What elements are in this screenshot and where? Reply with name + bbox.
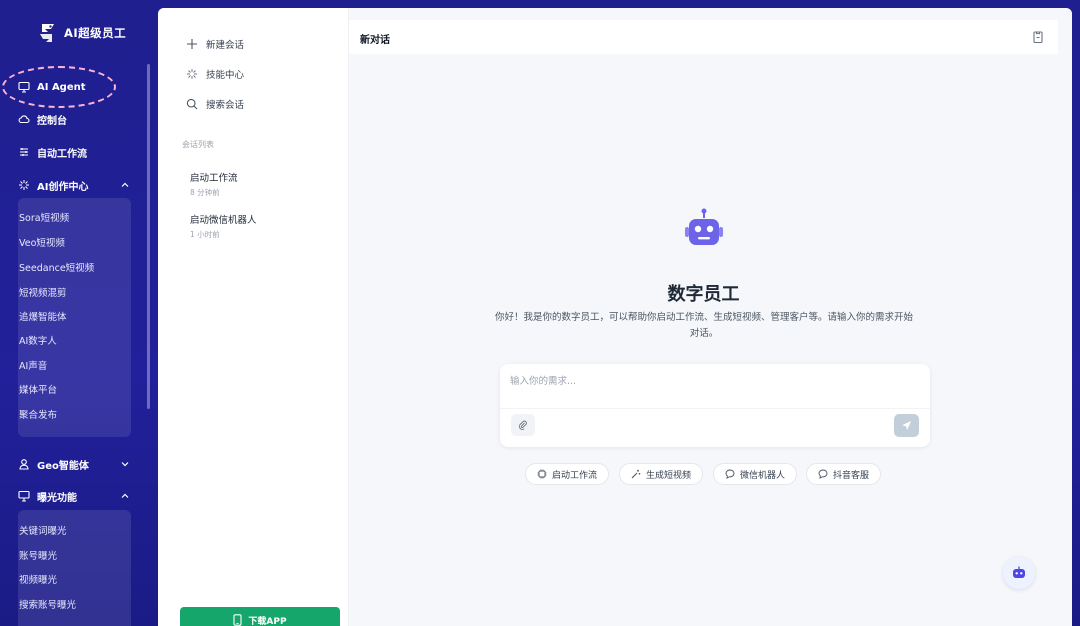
quick-action-workflow[interactable]: 启动工作流: [525, 463, 610, 485]
nav-label: 自动工作流: [37, 148, 87, 160]
main-panel: 新建会话 技能中心 搜索会话 会话列表 启动工作流 8 分钟前 启动微信机器人 …: [158, 8, 1072, 626]
robot-icon: [1013, 566, 1025, 578]
new-chat-label: 新建会话: [206, 40, 245, 51]
submenu-item-video-exposure[interactable]: 视频曝光: [19, 574, 57, 588]
welcome-description: 你好！我是你的数字员工，可以帮助你启动工作流、生成短视频、管理客户等。请输入你的…: [494, 312, 913, 339]
input-divider: [500, 408, 930, 409]
conversation-time: 1 小时前: [190, 230, 220, 239]
sidebar: AI超级员工 AI Agent 控制台 自动工作流 AI创作中心 Sora短视频…: [0, 0, 158, 626]
cpu-icon: [537, 469, 547, 479]
quick-action-label: 抖音客服: [833, 470, 870, 481]
sparkle-icon: [19, 180, 29, 190]
cloud-icon: [18, 115, 30, 124]
clipboard-icon[interactable]: [1031, 30, 1045, 44]
chat-bubble-icon: [818, 469, 828, 479]
submenu-item-digital-human[interactable]: AI数字人: [19, 335, 57, 349]
submenu-item-veo[interactable]: Veo短视频: [19, 237, 65, 251]
conversation-panel: 新建会话 技能中心 搜索会话 会话列表 启动工作流 8 分钟前 启动微信机器人 …: [158, 8, 349, 626]
submenu-item-trend-agent[interactable]: 追爆智能体: [19, 311, 67, 325]
download-app-button[interactable]: 下载APP: [180, 607, 340, 626]
sparkle-icon: [187, 69, 197, 79]
chevron-up-icon: [121, 493, 129, 498]
presentation-icon: [18, 490, 30, 502]
magic-wand-icon: [631, 469, 641, 479]
submenu-item-ai-voice[interactable]: AI声音: [19, 360, 47, 374]
submenu-item-account-exposure[interactable]: 账号曝光: [19, 550, 57, 564]
workflow-icon: [20, 148, 28, 156]
phone-icon: [233, 614, 242, 626]
nav-item-geo[interactable]: Geo智能体: [0, 453, 147, 475]
paperclip-icon: [518, 420, 527, 430]
submenu-item-seedance[interactable]: Seedance短视频: [19, 262, 94, 276]
highlight-annotation: [2, 66, 116, 108]
submenu-item-keyword-exposure[interactable]: 关键词曝光: [19, 525, 67, 539]
welcome-title: 数字员工: [667, 284, 740, 305]
download-app-label: 下载APP: [248, 616, 287, 626]
nav-item-exposure[interactable]: 曝光功能: [0, 485, 147, 507]
quick-action-wechat-bot[interactable]: 微信机器人: [713, 463, 798, 485]
chat-area: 新对话 数字员工 你好！我是你的数字员工，可以帮助你启动工作流、生成短视频、管理…: [349, 8, 1072, 626]
chat-input[interactable]: [510, 372, 910, 390]
quick-action-label: 启动工作流: [552, 470, 598, 481]
user-icon: [19, 459, 29, 470]
submenu-item-media-platform[interactable]: 媒体平台: [19, 384, 57, 398]
skill-center-button[interactable]: 技能中心: [186, 67, 244, 81]
logo-icon: [40, 24, 54, 42]
search-chat-button[interactable]: 搜索会话: [186, 97, 244, 111]
chevron-up-icon: [121, 182, 129, 187]
search-chat-label: 搜索会话: [206, 100, 245, 111]
attach-button[interactable]: [511, 414, 535, 436]
submenu-item-sora[interactable]: Sora短视频: [19, 212, 69, 226]
nav-label: Geo智能体: [37, 460, 89, 472]
brand-logo[interactable]: AI超级员工: [36, 22, 126, 44]
chevron-down-icon: [121, 462, 129, 467]
conversation-time: 8 分钟前: [190, 188, 220, 197]
submenu-item-aggregate-publish[interactable]: 聚合发布: [19, 409, 57, 423]
new-chat-button[interactable]: 新建会话: [186, 37, 244, 51]
conversation-item[interactable]: 启动工作流 8 分钟前: [190, 170, 238, 198]
floating-assistant-button[interactable]: [1003, 557, 1035, 589]
submenu-item-search-account-exposure[interactable]: 搜索账号曝光: [19, 599, 76, 613]
nav-item-ai-creation[interactable]: AI创作中心: [0, 174, 147, 196]
nav-item-console[interactable]: 控制台: [0, 108, 147, 130]
skill-center-label: 技能中心: [206, 70, 245, 81]
send-icon: [902, 421, 911, 430]
nav-label: AI创作中心: [37, 181, 89, 193]
brand-name: AI超级员工: [64, 26, 127, 40]
nav-label: 曝光功能: [37, 492, 77, 504]
nav-item-workflow[interactable]: 自动工作流: [0, 141, 147, 163]
chat-header: 新对话: [349, 20, 1058, 54]
quick-action-label: 微信机器人: [740, 470, 786, 481]
chat-input-box: [500, 364, 930, 447]
conversation-title: 启动微信机器人: [190, 215, 257, 226]
quick-action-label: 生成短视频: [646, 470, 692, 481]
chat-title: 新对话: [360, 35, 390, 46]
submenu-item-video-mix[interactable]: 短视频混剪: [19, 287, 67, 301]
conversation-item[interactable]: 启动微信机器人 1 小时前: [190, 212, 257, 240]
chat-bubble-icon: [725, 469, 735, 479]
nav-label: 控制台: [37, 115, 67, 127]
conversation-title: 启动工作流: [190, 173, 238, 184]
sidebar-scrollbar[interactable]: [147, 64, 150, 409]
robot-icon: [685, 208, 723, 245]
search-icon: [186, 98, 198, 110]
send-button[interactable]: [894, 414, 919, 437]
plus-icon: [187, 39, 197, 49]
quick-action-douyin-service[interactable]: 抖音客服: [806, 463, 882, 485]
quick-action-video[interactable]: 生成短视频: [619, 463, 704, 485]
conversation-list-label: 会话列表: [182, 140, 214, 149]
